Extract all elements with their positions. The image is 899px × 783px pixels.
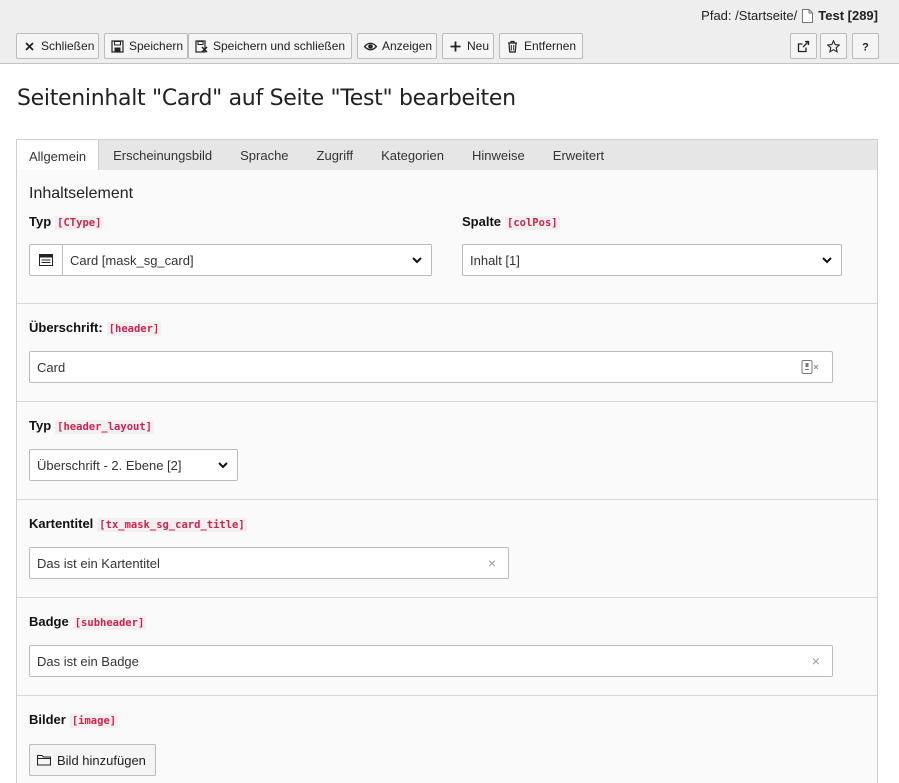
content-element-icon: [39, 254, 53, 266]
header-layout-label: Typ [header_layout]: [29, 418, 154, 434]
content-type-icon-box: [30, 245, 63, 275]
subheader-input[interactable]: Das ist ein Badge ×: [29, 645, 833, 677]
close-button[interactable]: Schließen: [16, 33, 99, 59]
header-label-text: Überschrift:: [29, 320, 103, 335]
card-title-label: Kartentitel [tx_mask_sg_card_title]: [29, 516, 247, 532]
tab-categories[interactable]: Kategorien: [367, 140, 458, 170]
section-title: Inhaltselement: [29, 185, 134, 202]
chevron-down-icon: [822, 257, 832, 264]
tab-notes[interactable]: Hinweise: [458, 140, 539, 170]
save-and-close-button-label: Speichern und schließen: [213, 39, 346, 53]
tab-appearance[interactable]: Erscheinungsbild: [99, 140, 226, 170]
tab-extended[interactable]: Erweitert: [539, 140, 618, 170]
save-icon: [111, 39, 124, 53]
form-panel: Inhaltselement Typ [CType] Card [mask_sg_…: [16, 170, 878, 783]
card-title-label-text: Kartentitel: [29, 516, 94, 531]
open-new-window-button[interactable]: [790, 33, 817, 59]
subheader-label: Badge [subheader]: [29, 614, 147, 630]
subheader-label-text: Badge: [29, 614, 69, 629]
ctype-field-name: [CType]: [55, 216, 104, 230]
colpos-select[interactable]: Inhalt [1]: [462, 244, 842, 276]
star-icon: [827, 39, 840, 53]
new-button-label: Neu: [467, 39, 490, 53]
save-and-close-button[interactable]: Speichern und schließen: [188, 33, 352, 59]
page-title: Seiteninhalt "Card" auf Seite "Test" bea…: [17, 86, 516, 111]
image-label: Bilder [image]: [29, 712, 119, 728]
view-button-label: Anzeigen: [382, 39, 433, 53]
delete-button[interactable]: Entfernen: [499, 33, 583, 59]
add-image-button[interactable]: Bild hinzufügen: [29, 744, 156, 776]
page-name: Test [289]: [818, 8, 878, 23]
trash-icon: [508, 40, 517, 53]
tab-access[interactable]: Zugriff: [303, 140, 368, 170]
subheader-section: Badge [subheader] Das ist ein Badge ×: [17, 597, 877, 695]
content-element-section: Inhaltselement Typ [CType] Card [mask_sg_…: [17, 170, 877, 303]
tab-general[interactable]: Allgemein: [17, 140, 100, 172]
page-icon: [802, 8, 814, 23]
card-title-field-name: [tx_mask_sg_card_title]: [97, 518, 247, 532]
colpos-label-text: Spalte: [462, 214, 502, 229]
new-button[interactable]: Neu: [442, 33, 494, 59]
save-button[interactable]: Speichern: [104, 33, 188, 59]
close-icon: [25, 41, 34, 51]
save-button-label: Speichern: [129, 39, 184, 53]
subheader-field-name: [subheader]: [72, 616, 147, 630]
ctype-label: Typ [CType]: [29, 214, 104, 230]
save-close-icon: [195, 39, 208, 53]
colpos-label: Spalte [colPos]: [462, 214, 560, 230]
help-button[interactable]: ?: [852, 33, 879, 59]
view-button[interactable]: Anzeigen: [357, 33, 437, 59]
svg-text:?: ?: [862, 41, 869, 53]
eye-icon: [364, 42, 377, 50]
chevron-down-icon: [218, 462, 228, 469]
bookmark-button[interactable]: [820, 33, 847, 59]
ctype-select-value: Card [mask_sg_card]: [70, 252, 194, 268]
image-label-text: Bilder: [29, 712, 66, 727]
ctype-label-text: Typ: [29, 214, 52, 229]
header-layout-section: Typ [header_layout] Überschrift - 2. Eben…: [17, 401, 877, 499]
ctype-select[interactable]: Card [mask_sg_card]: [29, 244, 432, 276]
header-field-name: [header]: [106, 322, 162, 336]
password-manager-icon[interactable]: [801, 360, 821, 374]
close-button-label: Schließen: [41, 39, 95, 53]
plus-icon: [450, 41, 461, 51]
help-icon: ?: [862, 41, 869, 53]
breadcrumb: Pfad: /Startseite/ Test [289]: [701, 8, 878, 23]
colpos-field-name: [colPos]: [505, 216, 560, 230]
folder-icon: [37, 754, 51, 766]
doc-header: Pfad: /Startseite/ Test [289] Schließen …: [0, 0, 899, 64]
header-section: Überschrift: [header] Card: [17, 303, 877, 401]
chevron-down-icon: [412, 257, 422, 264]
clear-icon[interactable]: ×: [812, 653, 820, 669]
header-layout-label-text: Typ: [29, 418, 52, 433]
card-title-input-value: Das ist ein Kartentitel: [37, 555, 160, 571]
tab-bar: Allgemein Erscheinungsbild Sprache Zugri…: [16, 139, 878, 172]
header-input-value: Card: [37, 359, 66, 375]
card-title-input[interactable]: Das ist ein Kartentitel ×: [29, 547, 509, 579]
subheader-input-value: Das ist ein Badge: [37, 653, 139, 669]
external-link-icon: [797, 40, 810, 52]
image-field-name: [image]: [69, 714, 119, 728]
path-label: Pfad: /Startseite/: [701, 8, 798, 23]
image-section: Bilder [image] Bild hinzufügen: [17, 695, 877, 783]
header-layout-select[interactable]: Überschrift - 2. Ebene [2]: [29, 449, 238, 481]
tab-language[interactable]: Sprache: [226, 140, 302, 170]
header-layout-select-value: Überschrift - 2. Ebene [2]: [37, 457, 182, 473]
colpos-select-value: Inhalt [1]: [470, 252, 520, 268]
header-input[interactable]: Card: [29, 351, 833, 383]
add-image-button-label: Bild hinzufügen: [57, 752, 146, 768]
header-label: Überschrift: [header]: [29, 320, 162, 336]
card-title-section: Kartentitel [tx_mask_sg_card_title] Das i…: [17, 499, 877, 597]
header-layout-field-name: [header_layout]: [55, 420, 154, 434]
clear-icon[interactable]: ×: [488, 555, 496, 571]
delete-button-label: Entfernen: [524, 39, 577, 53]
